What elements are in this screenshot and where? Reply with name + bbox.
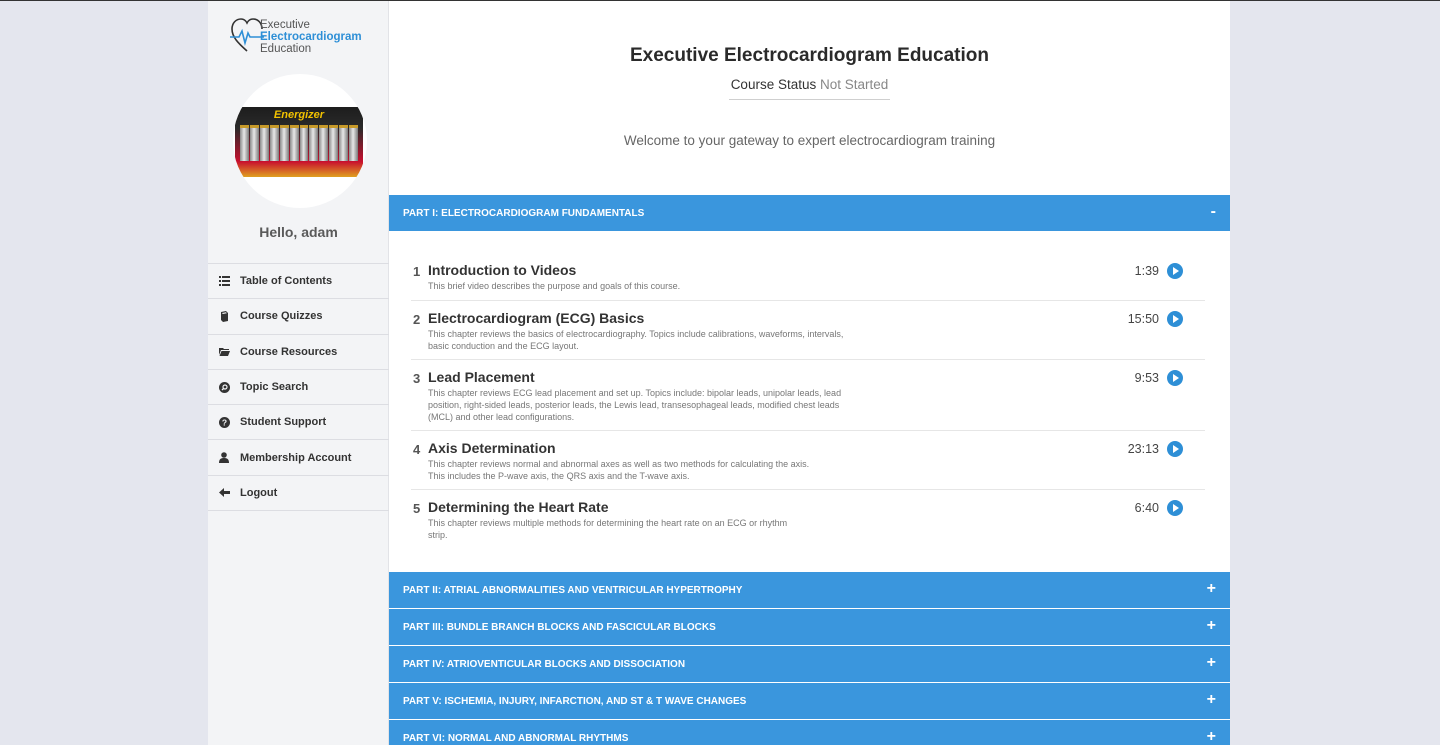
lesson-item[interactable]: 5 Determining the Heart Rate This chapte… (411, 490, 1205, 550)
sidebar-item-label: Course Quizzes (240, 310, 323, 323)
part-title: PART VI: NORMAL AND ABNORMAL RHYTHMS (403, 732, 629, 744)
sidebar-nav: Table of Contents Course Quizzes Course … (208, 263, 389, 512)
svg-text:?: ? (221, 417, 226, 427)
sidebar: Executive Electrocardiogram Education En… (208, 1, 389, 745)
expand-icon[interactable]: + (1207, 691, 1216, 709)
lesson-duration: 15:50 (1127, 312, 1159, 326)
sidebar-item-label: Topic Search (240, 381, 309, 394)
lesson-number: 4 (413, 442, 421, 457)
greeting: Hello, adam (259, 224, 338, 240)
lesson-item[interactable]: 1 Introduction to Videos This brief vide… (411, 253, 1205, 301)
arrow-left-icon (208, 488, 240, 498)
expand-icon[interactable]: + (1207, 728, 1216, 745)
sidebar-item-course-resources[interactable]: Course Resources (208, 335, 389, 370)
play-icon[interactable] (1167, 263, 1183, 279)
lesson-duration: 1:39 (1134, 264, 1159, 278)
lesson-item[interactable]: 2 Electrocardiogram (ECG) Basics This ch… (411, 301, 1205, 360)
sidebar-item-course-quizzes[interactable]: Course Quizzes (208, 299, 389, 335)
brand-line-2: Electrocardiogram (260, 31, 362, 43)
play-icon[interactable] (1167, 500, 1183, 516)
main-content: Executive Electrocardiogram Education Co… (389, 1, 1230, 745)
part-title: PART II: ATRIAL ABNORMALITIES AND VENTRI… (403, 584, 743, 596)
heart-pulse-icon (230, 18, 264, 52)
lesson-number: 5 (413, 501, 421, 516)
sidebar-item-student-support[interactable]: ? Student Support (208, 405, 389, 441)
part-title: PART V: ISCHEMIA, INJURY, INFARCTION, AN… (403, 695, 747, 707)
lesson-title[interactable]: Lead Placement (428, 369, 535, 385)
folder-icon (208, 347, 240, 357)
lesson-description: This chapter reviews normal and abnormal… (428, 459, 810, 481)
list-icon (208, 276, 240, 287)
lesson-title[interactable]: Determining the Heart Rate (428, 499, 608, 515)
part-title: PART IV: ATRIOVENTICULAR BLOCKS AND DISS… (403, 658, 686, 670)
avatar[interactable]: Energizer (233, 74, 367, 208)
lesson-duration: 23:13 (1127, 442, 1159, 456)
course-status: Course Status Not Started (729, 77, 890, 100)
part-1-header[interactable]: PART I: ELECTROCARDIOGRAM FUNDAMENTALS - (389, 195, 1230, 231)
book-icon (208, 310, 240, 322)
question-circle-icon: ? (208, 416, 240, 428)
lesson-description: This chapter reviews multiple methods fo… (428, 518, 788, 540)
sidebar-item-label: Membership Account (240, 451, 352, 464)
lesson-number: 1 (413, 264, 421, 279)
lesson-number: 2 (413, 312, 421, 327)
sidebar-item-logout[interactable]: Logout (208, 476, 389, 512)
course-status-label: Course Status (730, 77, 817, 92)
lesson-item[interactable]: 3 Lead Placement This chapter reviews EC… (411, 360, 1205, 431)
sidebar-item-membership-account[interactable]: Membership Account (208, 440, 389, 476)
sidebar-item-label: Table of Contents (240, 275, 333, 288)
part-title: PART I: ELECTROCARDIOGRAM FUNDAMENTALS (403, 207, 645, 219)
part-5-header[interactable]: PART V: ISCHEMIA, INJURY, INFARCTION, AN… (389, 683, 1230, 719)
expand-icon[interactable]: + (1207, 654, 1216, 672)
lesson-duration: 9:53 (1134, 371, 1159, 385)
sidebar-item-label: Logout (240, 486, 278, 499)
lesson-description: This chapter reviews the basics of elect… (428, 329, 844, 351)
expand-icon[interactable]: + (1207, 617, 1216, 635)
part-2-header[interactable]: PART II: ATRIAL ABNORMALITIES AND VENTRI… (389, 572, 1230, 608)
expand-icon[interactable]: + (1207, 580, 1216, 598)
sidebar-item-label: Student Support (240, 416, 327, 429)
lesson-description: This chapter reviews ECG lead placement … (428, 388, 842, 422)
collapse-icon[interactable]: - (1211, 203, 1216, 221)
part-title: PART III: BUNDLE BRANCH BLOCKS AND FASCI… (403, 621, 716, 633)
user-icon (208, 452, 240, 464)
lesson-title[interactable]: Introduction to Videos (428, 262, 576, 278)
page-frame: Executive Electrocardiogram Education En… (208, 1, 1230, 745)
part-4-header[interactable]: PART IV: ATRIOVENTICULAR BLOCKS AND DISS… (389, 646, 1230, 682)
play-icon[interactable] (1167, 311, 1183, 327)
sidebar-item-topic-search[interactable]: Topic Search (208, 370, 389, 406)
sidebar-item-table-of-contents[interactable]: Table of Contents (208, 264, 389, 300)
search-circle-icon (208, 381, 240, 393)
lesson-item[interactable]: 4 Axis Determination This chapter review… (411, 431, 1205, 490)
brand-logo[interactable]: Executive Electrocardiogram Education (230, 15, 370, 57)
brand-line-1: Executive (260, 19, 310, 31)
part-3-header[interactable]: PART III: BUNDLE BRANCH BLOCKS AND FASCI… (389, 609, 1230, 645)
part-6-header[interactable]: PART VI: NORMAL AND ABNORMAL RHYTHMS + (389, 720, 1230, 745)
lesson-number: 3 (413, 371, 421, 386)
sidebar-item-label: Course Resources (240, 345, 338, 358)
lesson-title[interactable]: Axis Determination (428, 440, 556, 456)
lesson-title[interactable]: Electrocardiogram (ECG) Basics (428, 310, 644, 326)
lesson-duration: 6:40 (1134, 501, 1159, 515)
page-title: Executive Electrocardiogram Education (629, 45, 989, 66)
play-icon[interactable] (1167, 370, 1183, 386)
play-icon[interactable] (1167, 441, 1183, 457)
lesson-list: 1 Introduction to Videos This brief vide… (411, 253, 1205, 550)
welcome-text: Welcome to your gateway to expert electr… (623, 133, 996, 148)
avatar-battery-image: Energizer (235, 107, 363, 177)
lesson-description: This brief video describes the purpose a… (428, 281, 681, 291)
course-status-value: Not Started (820, 77, 889, 92)
brand-line-3: Education (260, 43, 312, 55)
